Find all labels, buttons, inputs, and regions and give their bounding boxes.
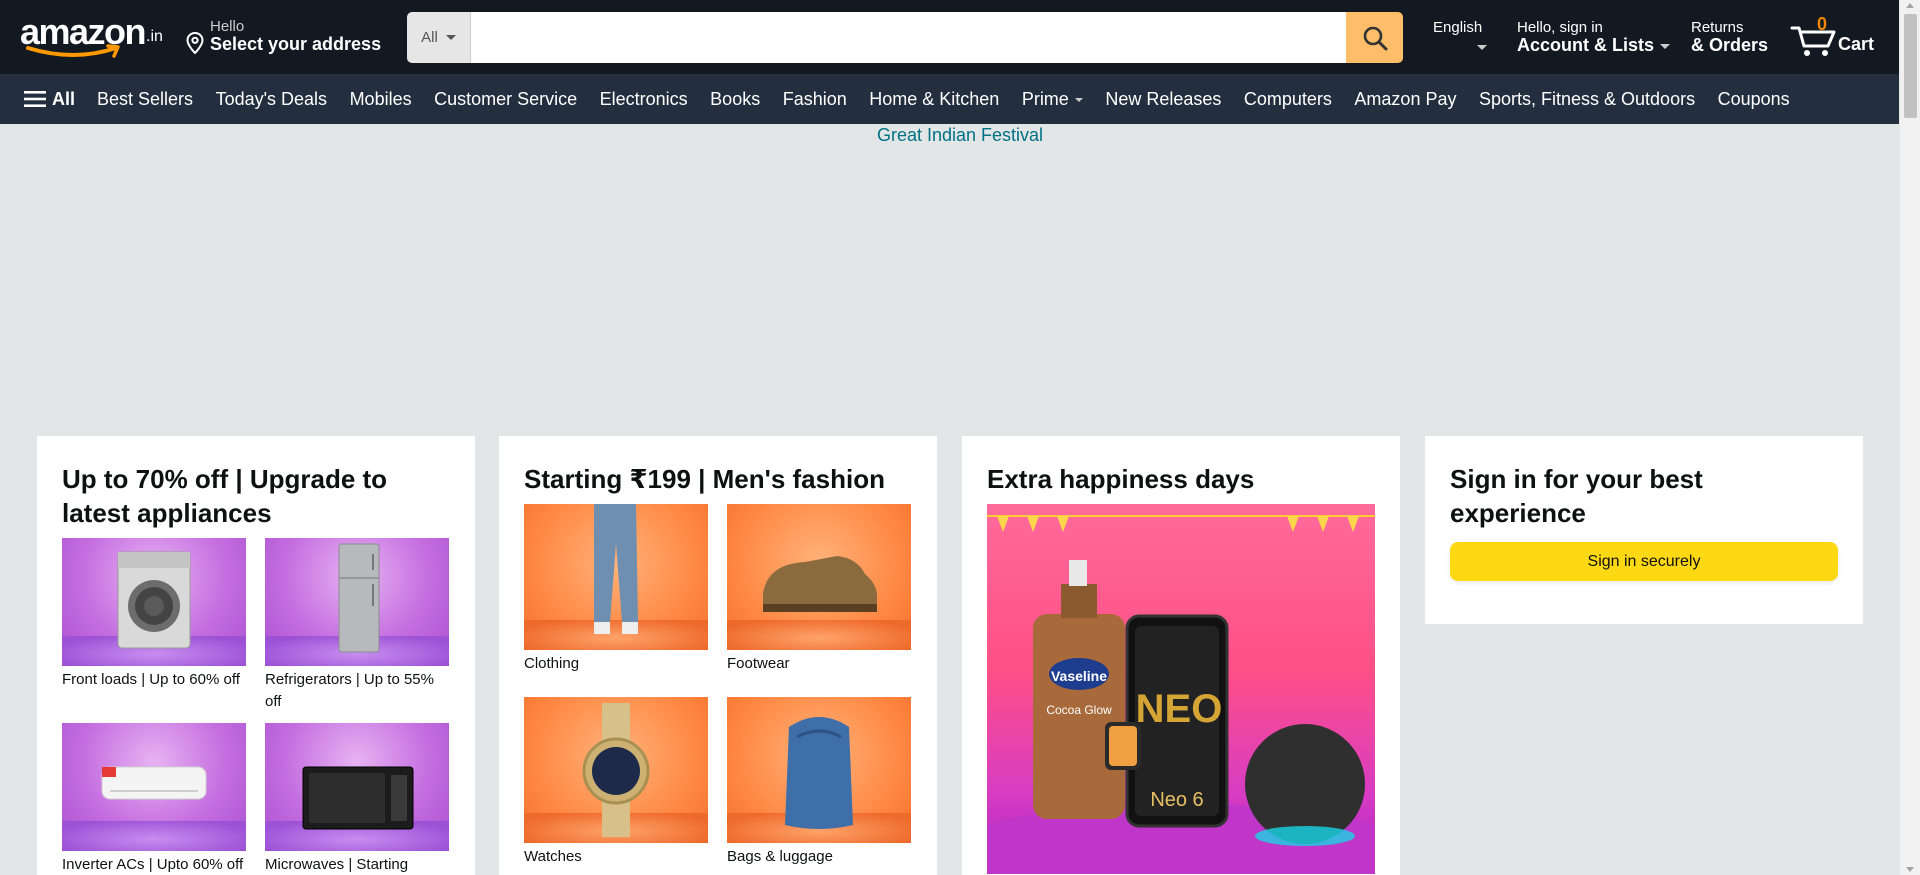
banner-alt-text: Great Indian Festival <box>876 125 1044 145</box>
nav-books[interactable]: Books <box>710 89 760 110</box>
smile-arrow-icon <box>26 44 120 58</box>
address-prompt: Select your address <box>210 34 382 54</box>
amazon-logo[interactable]: amazon .in <box>20 14 170 60</box>
tile-caption: Clothing <box>524 655 580 672</box>
signin-card: Sign in for your best experience Sign in… <box>1425 436 1863 624</box>
tile-front-loads[interactable]: Front loads | Up to 60% off <box>62 538 246 723</box>
tile-caption: Watches <box>524 848 582 865</box>
scroll-up-arrow-icon[interactable] <box>1906 3 1914 8</box>
nav-fashion[interactable]: Fashion <box>783 89 847 110</box>
all-menu-button[interactable]: All <box>24 89 75 110</box>
vaseline-product-text: Cocoa Glow <box>1046 703 1112 717</box>
tile-footwear[interactable]: Footwear <box>727 504 911 697</box>
watch-icon <box>524 697 708 843</box>
search-category-label: All <box>421 29 438 46</box>
chevron-down-icon <box>1074 97 1083 102</box>
chevron-down-icon <box>1660 43 1671 49</box>
products-collage-icon[interactable]: Vaseline Cocoa Glow NEO Neo 6 <box>987 504 1375 874</box>
returns-label: Returns <box>1691 19 1744 36</box>
mens-fashion-card: Starting ₹199 | Men's fashion Clothing F… <box>499 436 937 875</box>
tile-bags-luggage[interactable]: Bags & luggage <box>727 697 911 875</box>
nav-prime[interactable]: Prime <box>1022 89 1083 110</box>
nav-electronics[interactable]: Electronics <box>600 89 688 110</box>
account-and-lists[interactable]: Hello, sign in Account & Lists <box>1517 19 1671 56</box>
address-greeting: Hello <box>210 18 245 35</box>
refrigerator-icon <box>265 538 449 666</box>
card-title: Up to 70% off | Upgrade to latest applia… <box>62 464 388 528</box>
nav-customer-service[interactable]: Customer Service <box>434 89 577 110</box>
signin-title: Sign in for your best experience <box>1450 464 1703 528</box>
location-pin-icon <box>186 32 204 54</box>
search-category-dropdown[interactable]: All <box>407 12 471 63</box>
microwave-icon <box>265 723 449 851</box>
tile-caption: Microwaves | Starting <box>265 856 409 873</box>
nav-computers[interactable]: Computers <box>1244 89 1332 110</box>
search-button[interactable] <box>1346 12 1403 63</box>
cart-button[interactable]: 0 Cart <box>1790 14 1880 60</box>
all-menu-label: All <box>52 88 76 109</box>
tile-caption: Footwear <box>727 655 790 672</box>
appliances-card: Up to 70% off | Upgrade to latest applia… <box>37 436 475 875</box>
sign-in-securely-button[interactable]: Sign in securely <box>1450 542 1838 581</box>
tile-refrigerators[interactable]: Refrigerators | Up to 55% off <box>265 538 449 723</box>
air-conditioner-icon <box>62 723 246 851</box>
nav-prime-label: Prime <box>1021 88 1069 109</box>
tile-caption: Bags & luggage <box>727 848 833 865</box>
tile-watches[interactable]: Watches <box>524 697 708 875</box>
washing-machine-icon <box>62 538 246 666</box>
hamburger-menu-icon <box>24 91 46 107</box>
vaseline-brand-text: Vaseline <box>1051 668 1107 684</box>
jeans-icon <box>524 504 708 650</box>
search-bar: All <box>407 12 1403 63</box>
svg-text:NEO: NEO <box>1136 687 1223 731</box>
extra-happiness-card: Extra happiness days Vaseline Cocoa Glow… <box>962 436 1400 875</box>
scrollbar-thumb[interactable] <box>1904 14 1917 118</box>
account-greeting: Hello, sign in <box>1517 19 1603 36</box>
card-title: Starting ₹199 | Men's fashion <box>524 464 885 494</box>
logo-tld: .in <box>146 28 163 45</box>
phone-model-text: Neo 6 <box>1150 789 1203 811</box>
tile-caption: Refrigerators | Up to 55% off <box>265 671 434 710</box>
language-selector[interactable]: English <box>1433 19 1487 50</box>
chevron-down-icon <box>1477 45 1487 50</box>
search-input[interactable] <box>471 12 1346 63</box>
backpack-icon <box>727 697 911 843</box>
orders-label: & Orders <box>1691 35 1769 55</box>
cart-label: Cart <box>1838 34 1875 54</box>
nav-new-releases[interactable]: New Releases <box>1105 89 1221 110</box>
nav-best-sellers[interactable]: Best Sellers <box>97 89 193 110</box>
nav-sports-fitness-outdoors[interactable]: Sports, Fitness & Outdoors <box>1479 89 1695 110</box>
shoe-icon <box>727 504 911 650</box>
tile-microwaves[interactable]: Microwaves | Starting <box>265 723 449 875</box>
hero-banner[interactable]: Great Indian Festival <box>0 125 1920 146</box>
cart-icon <box>1790 26 1836 56</box>
account-label: Account & Lists <box>1517 35 1655 55</box>
tile-inverter-acs[interactable]: Inverter ACs | Upto 60% off <box>62 723 246 875</box>
language-label: English <box>1433 19 1483 36</box>
scroll-down-arrow-icon[interactable] <box>1906 867 1914 872</box>
nav-todays-deals[interactable]: Today's Deals <box>216 89 328 110</box>
returns-and-orders[interactable]: Returns & Orders <box>1691 19 1768 56</box>
tile-caption: Inverter ACs | Upto 60% off <box>62 856 244 873</box>
search-icon <box>1363 26 1387 50</box>
nav-mobiles[interactable]: Mobiles <box>350 89 412 110</box>
nav-amazon-pay[interactable]: Amazon Pay <box>1354 89 1456 110</box>
card-title: Extra happiness days <box>987 464 1255 494</box>
tile-caption: Front loads | Up to 60% off <box>62 671 240 688</box>
page-scrollbar[interactable] <box>1899 0 1920 875</box>
top-nav: amazon .in Hello Select your address All… <box>0 0 1899 74</box>
chevron-down-icon <box>445 35 456 40</box>
nav-coupons[interactable]: Coupons <box>1718 89 1790 110</box>
sub-nav: All Best Sellers Today's Deals Mobiles C… <box>0 74 1899 124</box>
nav-home-kitchen[interactable]: Home & Kitchen <box>869 89 999 110</box>
tile-clothing[interactable]: Clothing <box>524 504 708 697</box>
